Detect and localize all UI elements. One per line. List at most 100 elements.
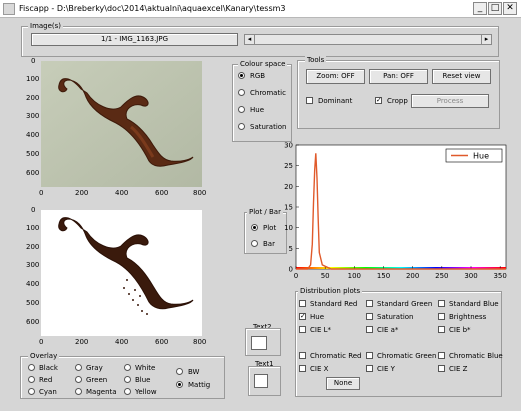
minimize-button[interactable]: _ [473, 2, 487, 15]
colour-space-legend: Colour space [238, 60, 288, 68]
close-button[interactable]: ✕ [503, 2, 517, 15]
distribution-label: Chromatic Green [377, 352, 437, 360]
overlay-radio[interactable] [124, 388, 131, 395]
process-button[interactable]: Process [411, 94, 489, 108]
x-tick-label: 0 [294, 272, 298, 280]
bottom-ytick: 400 [26, 280, 40, 288]
chart-legend-label: Hue [473, 152, 489, 161]
overlay-label: Red [39, 376, 53, 384]
overlay-label: Green [86, 376, 108, 384]
x-tick-label: 150 [377, 272, 390, 280]
bottom-xtick: 200 [75, 338, 89, 346]
seahorse-mask-shape [58, 217, 194, 310]
pan-button[interactable]: Pan: OFF [369, 69, 428, 84]
slider-left-arrow-icon[interactable]: ◂ [245, 35, 255, 44]
top-ytick: 200 [26, 94, 40, 102]
overlay-radio[interactable] [28, 376, 35, 383]
x-tick-label: 50 [321, 272, 330, 280]
plot-bar-legend: Plot / Bar [247, 208, 283, 216]
overlay-label: White [135, 364, 156, 372]
title-bar: Fiscapp - D:\Breberky\doc\2014\aktualni\… [0, 0, 521, 18]
tools-legend: Tools [305, 56, 327, 64]
top-xtick: 0 [39, 189, 44, 197]
overlay-radio[interactable] [75, 364, 82, 371]
distribution-checkbox[interactable] [366, 352, 373, 359]
overlay-mattig-radio[interactable] [176, 381, 183, 388]
y-tick-label: 10 [284, 224, 293, 232]
colour-space-hue-label: Hue [250, 106, 265, 114]
top-xtick: 800 [193, 189, 207, 197]
bottom-ytick: 500 [26, 299, 40, 307]
colour-space-chromatic-radio[interactable] [238, 89, 245, 96]
top-xtick: 600 [155, 189, 169, 197]
overlay-radio[interactable] [124, 376, 131, 383]
original-image-axes[interactable] [41, 61, 202, 187]
distribution-label: Hue [310, 313, 325, 321]
top-xtick: 400 [115, 189, 129, 197]
zoom-button[interactable]: Zoom: OFF [306, 69, 365, 84]
histogram-svg: 0510152025300 50 100 150 200 250 300 350Hue [284, 142, 507, 281]
distribution-checkbox[interactable] [438, 300, 445, 307]
distribution-checkbox[interactable]: ✓ [299, 313, 306, 320]
distribution-checkbox[interactable] [366, 313, 373, 320]
bottom-xtick: 400 [115, 338, 129, 346]
distribution-label: CIE Y [377, 365, 395, 373]
overlay-radio[interactable] [28, 388, 35, 395]
overlay-radio[interactable] [28, 364, 35, 371]
overlay-radio[interactable] [124, 364, 131, 371]
x-tick-label: 300 [464, 272, 477, 280]
bar-label: Bar [263, 240, 275, 248]
distribution-checkbox[interactable] [438, 365, 445, 372]
distribution-checkbox[interactable] [438, 313, 445, 320]
y-tick-label: 25 [284, 162, 293, 170]
top-ytick: 100 [26, 75, 40, 83]
dominant-checkbox[interactable] [306, 97, 313, 104]
colour-space-hue-radio[interactable] [238, 106, 245, 113]
distribution-checkbox[interactable] [366, 326, 373, 333]
image-slider[interactable]: ◂ ▸ [244, 34, 492, 45]
top-ytick: 300 [26, 112, 40, 120]
cropp-checkbox[interactable]: ✓ [375, 97, 382, 104]
distribution-checkbox[interactable] [299, 365, 306, 372]
image-selector-button[interactable]: 1/1 - IMG_1163.JPG [31, 33, 238, 46]
colour-space-saturation-radio[interactable] [238, 123, 245, 130]
distribution-label: Standard Red [310, 300, 358, 308]
maximize-button[interactable]: □ [488, 2, 502, 15]
top-ytick: 500 [26, 150, 40, 158]
x-tick-label: 200 [406, 272, 419, 280]
y-tick-label: 20 [284, 183, 293, 191]
distribution-checkbox[interactable] [299, 326, 306, 333]
distribution-checkbox[interactable] [299, 300, 306, 307]
text1-field[interactable] [254, 374, 268, 388]
colour-space-rgb-radio[interactable] [238, 72, 245, 79]
overlay-label: Cyan [39, 388, 57, 396]
images-legend: Image(s) [28, 22, 64, 30]
overlay-label: Blue [135, 376, 151, 384]
none-button[interactable]: None [326, 377, 360, 390]
bottom-ytick: 600 [26, 318, 40, 326]
hue-histogram-chart[interactable]: 0 5 10 15 20 25 30 0 50 100 150 200 250 300 350 Hue [280, 140, 516, 282]
distribution-checkbox[interactable] [438, 352, 445, 359]
segmented-image-axes[interactable] [41, 210, 202, 336]
distribution-checkbox[interactable] [366, 365, 373, 372]
overlay-radio[interactable] [75, 388, 82, 395]
bar-radio[interactable] [251, 240, 258, 247]
overlay-bw-radio[interactable] [176, 368, 183, 375]
overlay-radio[interactable] [75, 376, 82, 383]
reset-view-button[interactable]: Reset view [432, 69, 491, 84]
bottom-xtick: 600 [155, 338, 169, 346]
overlay-legend: Overlay [28, 352, 60, 360]
bottom-ytick: 0 [31, 206, 36, 214]
y-tick-label: 5 [289, 245, 293, 253]
plot-radio[interactable] [251, 224, 258, 231]
cropp-label: Cropp [387, 97, 408, 105]
text2-field[interactable] [251, 336, 267, 350]
top-ytick: 600 [26, 169, 40, 177]
top-ytick: 400 [26, 131, 40, 139]
distribution-checkbox[interactable] [366, 300, 373, 307]
dominant-label: Dominant [318, 97, 353, 105]
distribution-label: Chromatic Red [310, 352, 362, 360]
distribution-checkbox[interactable] [299, 352, 306, 359]
distribution-checkbox[interactable] [438, 326, 445, 333]
slider-right-arrow-icon[interactable]: ▸ [481, 35, 491, 44]
